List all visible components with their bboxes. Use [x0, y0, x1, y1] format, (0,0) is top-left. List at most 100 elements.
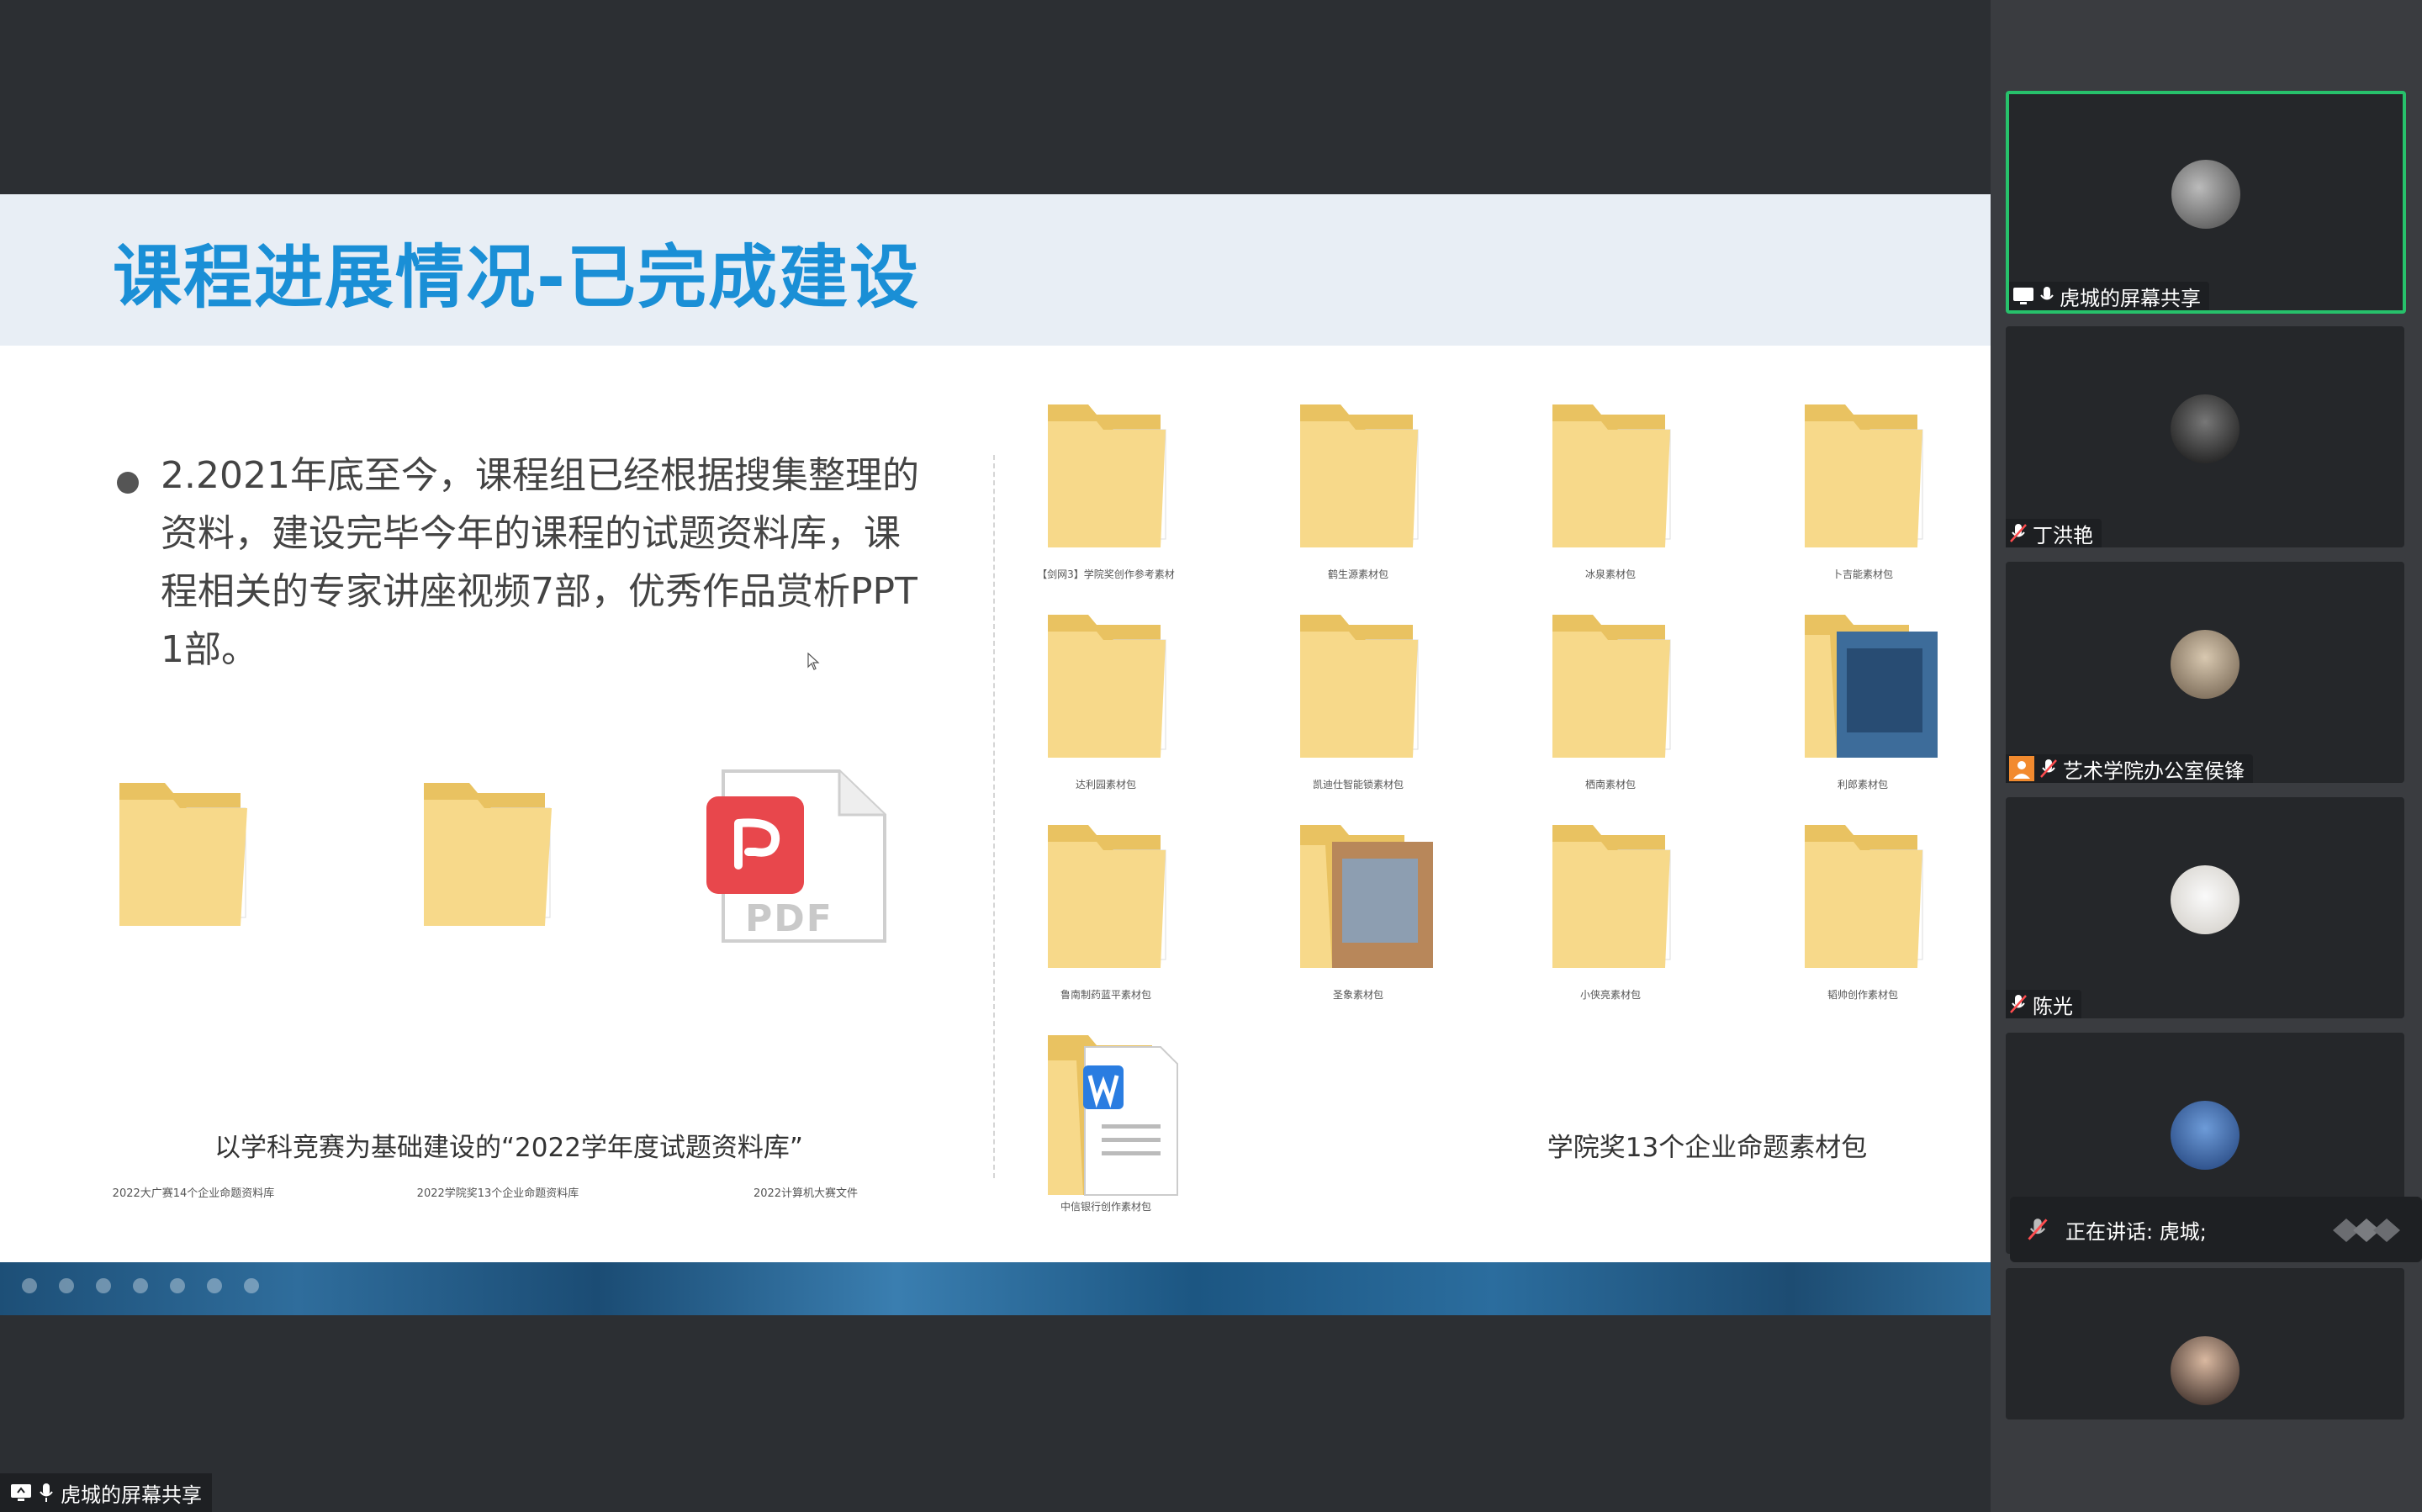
right-item-9-label: 鲁南制药蓝平素材包 [1060, 989, 1151, 1001]
folder-icon [1552, 825, 1671, 968]
presenter-tool-icon[interactable] [244, 1278, 259, 1293]
image-folder-icon [1805, 615, 1938, 758]
participant-name-tag: 陈光 [2006, 990, 2081, 1018]
right-item-11-label: 小侠亮素材包 [1579, 989, 1641, 1001]
right-item-1 [1043, 396, 1186, 568]
right-item-8-label: 利郎素材包 [1837, 779, 1888, 790]
right-item-4-label: 卜吉能素材包 [1832, 568, 1893, 580]
folder-icon [1552, 404, 1671, 547]
participant-panel[interactable]: 虎城的屏幕共享 丁洪艳 艺术学院办公室侯锋 陈光 [1991, 0, 2422, 1512]
presenter-tool-icon[interactable] [59, 1278, 74, 1293]
slide-footer-band [0, 1262, 1991, 1315]
participant-name: 虎城的屏幕共享 [2060, 286, 2201, 310]
mic-muted-icon [2028, 1219, 2048, 1240]
avatar [2171, 1336, 2240, 1405]
folder-icon [1552, 615, 1671, 758]
bullet-point-icon [117, 472, 139, 494]
pdf-badge: PDF [745, 897, 833, 940]
screen-share-icon [2013, 288, 2033, 304]
right-item-7 [1547, 606, 1690, 778]
right-item-6-label: 凯迪仕智能锁素材包 [1312, 779, 1404, 790]
mic-muted-icon [2010, 995, 2027, 1013]
left-item-3: PDF [705, 764, 890, 953]
participant-tile-6[interactable] [2006, 1268, 2404, 1419]
folder-icon [1805, 825, 1923, 968]
avatar [2171, 1101, 2240, 1170]
participant-name: 陈光 [2033, 994, 2073, 1018]
mic-muted-icon [2040, 759, 2057, 778]
speaking-indicator: 正在讲话: 虎城; [2010, 1197, 2422, 1262]
participant-name-tag: 虎城的屏幕共享 [2009, 282, 2209, 310]
share-name-label: 虎城的屏幕共享 [61, 1483, 202, 1507]
participant-name-tag: 丁洪艳 [2006, 519, 2102, 547]
host-icon [2009, 756, 2034, 781]
participant-tile-2[interactable]: 丁洪艳 [2006, 326, 2404, 547]
presenter-tool-icon[interactable] [96, 1278, 111, 1293]
right-item-10 [1295, 817, 1438, 988]
right-item-6 [1295, 606, 1438, 778]
image-folder-icon [1300, 825, 1433, 968]
left-item-2-label: 2022学院奖13个企业命题资料库 [416, 1187, 579, 1200]
shared-screen: 课程进展情况-已完成建设 2.2021年底至今，课程组已经根据搜集整理的资料，建… [0, 0, 1991, 1512]
word-doc-folder-icon [1048, 1035, 1178, 1196]
share-name-tag: 虎城的屏幕共享 [0, 1473, 212, 1512]
mic-muted-icon [2010, 524, 2027, 542]
presenter-tool-icon[interactable] [207, 1278, 222, 1293]
right-item-12-label: 韬帅创作素材包 [1827, 989, 1898, 1001]
slide-divider [993, 455, 995, 1178]
speaking-text: 正在讲话: 虎城; [2065, 1219, 2207, 1244]
right-item-3-label: 冰泉素材包 [1584, 568, 1636, 580]
mic-icon [40, 1483, 53, 1502]
folder-icon [1048, 615, 1166, 758]
presenter-tool-icon[interactable] [133, 1278, 148, 1293]
left-caption: 以学科竞赛为基础建设的“2022学年度试题资料库” [214, 1133, 803, 1163]
right-item-9 [1043, 817, 1186, 988]
folder-icon [1300, 615, 1419, 758]
participant-name-tag: 艺术学院办公室侯锋 [2006, 754, 2253, 783]
right-item-10-label: 圣象素材包 [1332, 989, 1383, 1001]
avatar [2171, 160, 2240, 229]
right-item-11 [1547, 817, 1690, 988]
bullet-text: 2.2021年底至今，课程组已经根据搜集整理的资料，建设完毕今年的课程的试题资料… [161, 454, 919, 671]
participant-tile-1[interactable]: 虎城的屏幕共享 [2006, 91, 2406, 314]
right-item-7-label: 栖南素材包 [1584, 779, 1636, 790]
right-item-12 [1800, 817, 1943, 988]
presentation-slide: 课程进展情况-已完成建设 2.2021年底至今，课程组已经根据搜集整理的资料，建… [0, 194, 1991, 1315]
right-item-5 [1043, 606, 1186, 778]
participant-name: 丁洪艳 [2033, 523, 2093, 547]
avatar [2171, 394, 2240, 463]
right-item-4 [1800, 396, 1943, 568]
right-item-1-label: 【剑网3】学院奖创作参考素材 [1037, 568, 1175, 580]
left-item-1-label: 2022大广赛14个企业命题资料库 [112, 1187, 275, 1200]
mic-icon [2040, 287, 2054, 300]
left-item-3-label: 2022计算机大赛文件 [753, 1187, 859, 1200]
screen-share-icon [11, 1484, 31, 1501]
right-caption: 学院奖13个企业命题素材包 [1547, 1133, 1868, 1163]
tencent-meeting-logo-icon [2333, 1219, 2400, 1242]
folder-icon [1048, 825, 1166, 968]
folder-icon [1300, 404, 1419, 547]
folder-icon [1048, 404, 1166, 547]
slide-title: 课程进展情况-已完成建设 [113, 238, 921, 318]
panel-bottom-fill [1991, 1419, 2422, 1512]
right-item-13 [1043, 1027, 1186, 1215]
folder-icon [424, 783, 552, 926]
right-item-5-label: 达利园素材包 [1075, 779, 1136, 790]
avatar [2171, 630, 2240, 699]
presenter-tool-icon[interactable] [170, 1278, 185, 1293]
right-item-2 [1295, 396, 1438, 568]
presenter-tool-icon[interactable] [22, 1278, 37, 1293]
participant-name: 艺术学院办公室侯锋 [2063, 759, 2245, 783]
left-item-1 [114, 775, 266, 946]
mouse-cursor-icon [807, 653, 820, 670]
participant-tile-4[interactable]: 陈光 [2006, 797, 2404, 1018]
left-item-2 [419, 775, 570, 946]
right-item-8 [1800, 606, 1943, 778]
right-item-13-label: 中信银行创作素材包 [1060, 1201, 1151, 1213]
right-item-3 [1547, 396, 1690, 568]
folder-icon [119, 783, 247, 926]
folder-icon [1805, 404, 1923, 547]
right-item-2-label: 鹤生源素材包 [1327, 568, 1388, 580]
participant-tile-3[interactable]: 艺术学院办公室侯锋 [2006, 562, 2404, 783]
avatar [2171, 865, 2240, 934]
